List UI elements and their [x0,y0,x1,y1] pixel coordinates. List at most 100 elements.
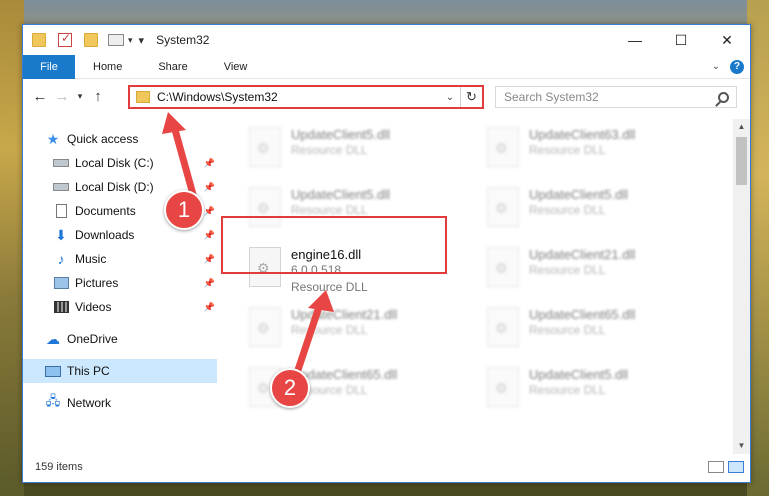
search-icon[interactable] [718,91,729,103]
title-bar: ▾ ▾ System32 — ☐ ✕ [23,25,750,55]
dll-file-icon [487,187,519,227]
sidebar-item-pictures[interactable]: Pictures 📌 [23,271,217,295]
ribbon-right: ⌄ ? [712,59,750,74]
file-type: Resource DLL [529,323,606,337]
up-arrow-icon[interactable]: ↑ [87,88,109,105]
file-name: UpdateClient21.dll [529,247,636,262]
back-arrow-icon[interactable]: ← [29,88,51,105]
forward-arrow-icon[interactable]: → [51,88,73,105]
new-folder-icon[interactable] [84,33,98,47]
music-icon: ♪ [57,251,65,267]
recent-locations-chevron-icon[interactable]: ▾ [73,91,87,102]
folder-icon [136,91,150,103]
chevron-down-icon[interactable]: ▾ [128,35,133,46]
file-name: UpdateClient5.dll [291,127,391,142]
tab-home[interactable]: Home [75,61,140,73]
customize-quick-access-icon[interactable] [108,34,124,46]
highlight-box-engine16 [221,216,447,274]
item-count: 159 items [35,461,83,473]
tab-view[interactable]: View [206,61,266,73]
scrollbar-thumb[interactable] [736,137,747,185]
dll-file-icon [487,367,519,407]
file-name: UpdateClient65.dll [529,307,636,322]
help-icon[interactable]: ? [730,59,744,74]
vertical-scrollbar[interactable]: ▲ ▼ [733,119,750,454]
search-box[interactable]: Search System32 [495,86,737,108]
sidebar-item-label: Local Disk (D:) [75,180,154,194]
file-item[interactable]: UpdateClient63.dllResource DLL [483,123,713,179]
pictures-icon [53,277,69,289]
status-bar: 159 items [23,452,750,482]
documents-icon [55,204,67,218]
address-path[interactable]: C:\Windows\System32 [157,90,278,104]
scroll-up-arrow-icon[interactable]: ▲ [733,119,750,135]
file-item[interactable]: UpdateClient65.dllResource DLL [483,303,713,359]
sidebar-item-videos[interactable]: Videos 📌 [23,295,217,319]
dll-file-icon [487,247,519,287]
dll-file-icon [249,127,281,167]
file-name: UpdateClient5.dll [291,187,391,202]
pipe-separator: ▾ [138,34,145,47]
tab-file[interactable]: File [23,54,75,79]
details-view-icon[interactable] [708,461,724,473]
tab-share[interactable]: Share [140,61,205,73]
file-type: Resource DLL [529,383,606,397]
file-name: UpdateClient5.dll [529,187,629,202]
file-item[interactable]: UpdateClient5.dllResource DLL [245,123,475,179]
file-item[interactable]: UpdateClient5.dllResource DLL [483,183,713,239]
file-type: Resource DLL [529,203,606,217]
maximize-button[interactable]: ☐ [658,25,704,55]
ribbon-tabs: File Home Share View ⌄ ? [23,54,750,79]
dll-file-icon [487,127,519,167]
step-badge-2: 2 [270,368,310,408]
sidebar-item-label: This PC [67,364,110,378]
file-name: UpdateClient5.dll [529,367,629,382]
pin-icon[interactable]: 📌 [204,302,215,313]
sidebar-item-label: Documents [75,204,136,218]
sidebar-item-label: Local Disk (C:) [75,156,154,170]
expand-ribbon-chevron-icon[interactable]: ⌄ [712,61,720,72]
pin-icon[interactable]: 📌 [204,254,215,265]
sidebar-item-this-pc[interactable]: This PC [23,359,217,383]
pin-icon[interactable]: 📌 [204,278,215,289]
videos-icon [53,301,69,313]
file-type: Resource DLL [529,143,606,157]
desktop-background-left [0,0,24,496]
search-input[interactable]: Search System32 [504,90,599,104]
computer-icon [45,365,61,377]
dll-file-icon [487,307,519,347]
window-controls: — ☐ ✕ [612,25,750,55]
file-item[interactable]: UpdateClient21.dllResource DLL [245,303,475,359]
sidebar-item-music[interactable]: ♪ Music 📌 [23,247,217,271]
file-name: UpdateClient63.dll [529,127,636,142]
downloads-icon: ⬇ [55,226,67,243]
sidebar-item-label: OneDrive [67,332,118,346]
pin-icon[interactable]: 📌 [204,230,215,241]
properties-check-icon[interactable] [58,31,72,47]
minimize-button[interactable]: — [612,25,658,55]
file-item[interactable]: UpdateClient21.dllResource DLL [483,243,713,299]
window-title: System32 [156,33,210,47]
file-type: Resource DLL [291,143,368,157]
sidebar-item-label: Pictures [75,276,119,290]
file-item[interactable]: UpdateClient5.dllResource DLL [483,363,713,419]
address-bar[interactable]: C:\Windows\System32 ⌄ ↻ [128,85,484,109]
refresh-icon[interactable]: ↻ [460,87,482,107]
network-icon: 🖧 [45,393,61,408]
view-toggle [708,461,744,473]
sidebar-item-label: Network [67,396,112,410]
cloud-icon: ☁ [46,330,60,347]
address-dropdown-chevron-icon[interactable]: ⌄ [440,92,460,103]
drive-icon [53,159,69,167]
folder-icon [32,33,46,47]
dll-file-icon [249,307,281,347]
large-icons-view-icon[interactable] [728,461,744,473]
close-button[interactable]: ✕ [704,25,750,55]
sidebar-item-label: Quick access [67,132,139,146]
sidebar-item-onedrive[interactable]: ☁ OneDrive [23,327,217,351]
sidebar-item-network[interactable]: 🖧 Network [23,391,217,415]
sidebar-item-label: Downloads [75,228,135,242]
sidebar-item-label: Music [75,252,107,266]
drive-icon [53,183,69,191]
sidebar-item-label: Videos [75,300,112,314]
